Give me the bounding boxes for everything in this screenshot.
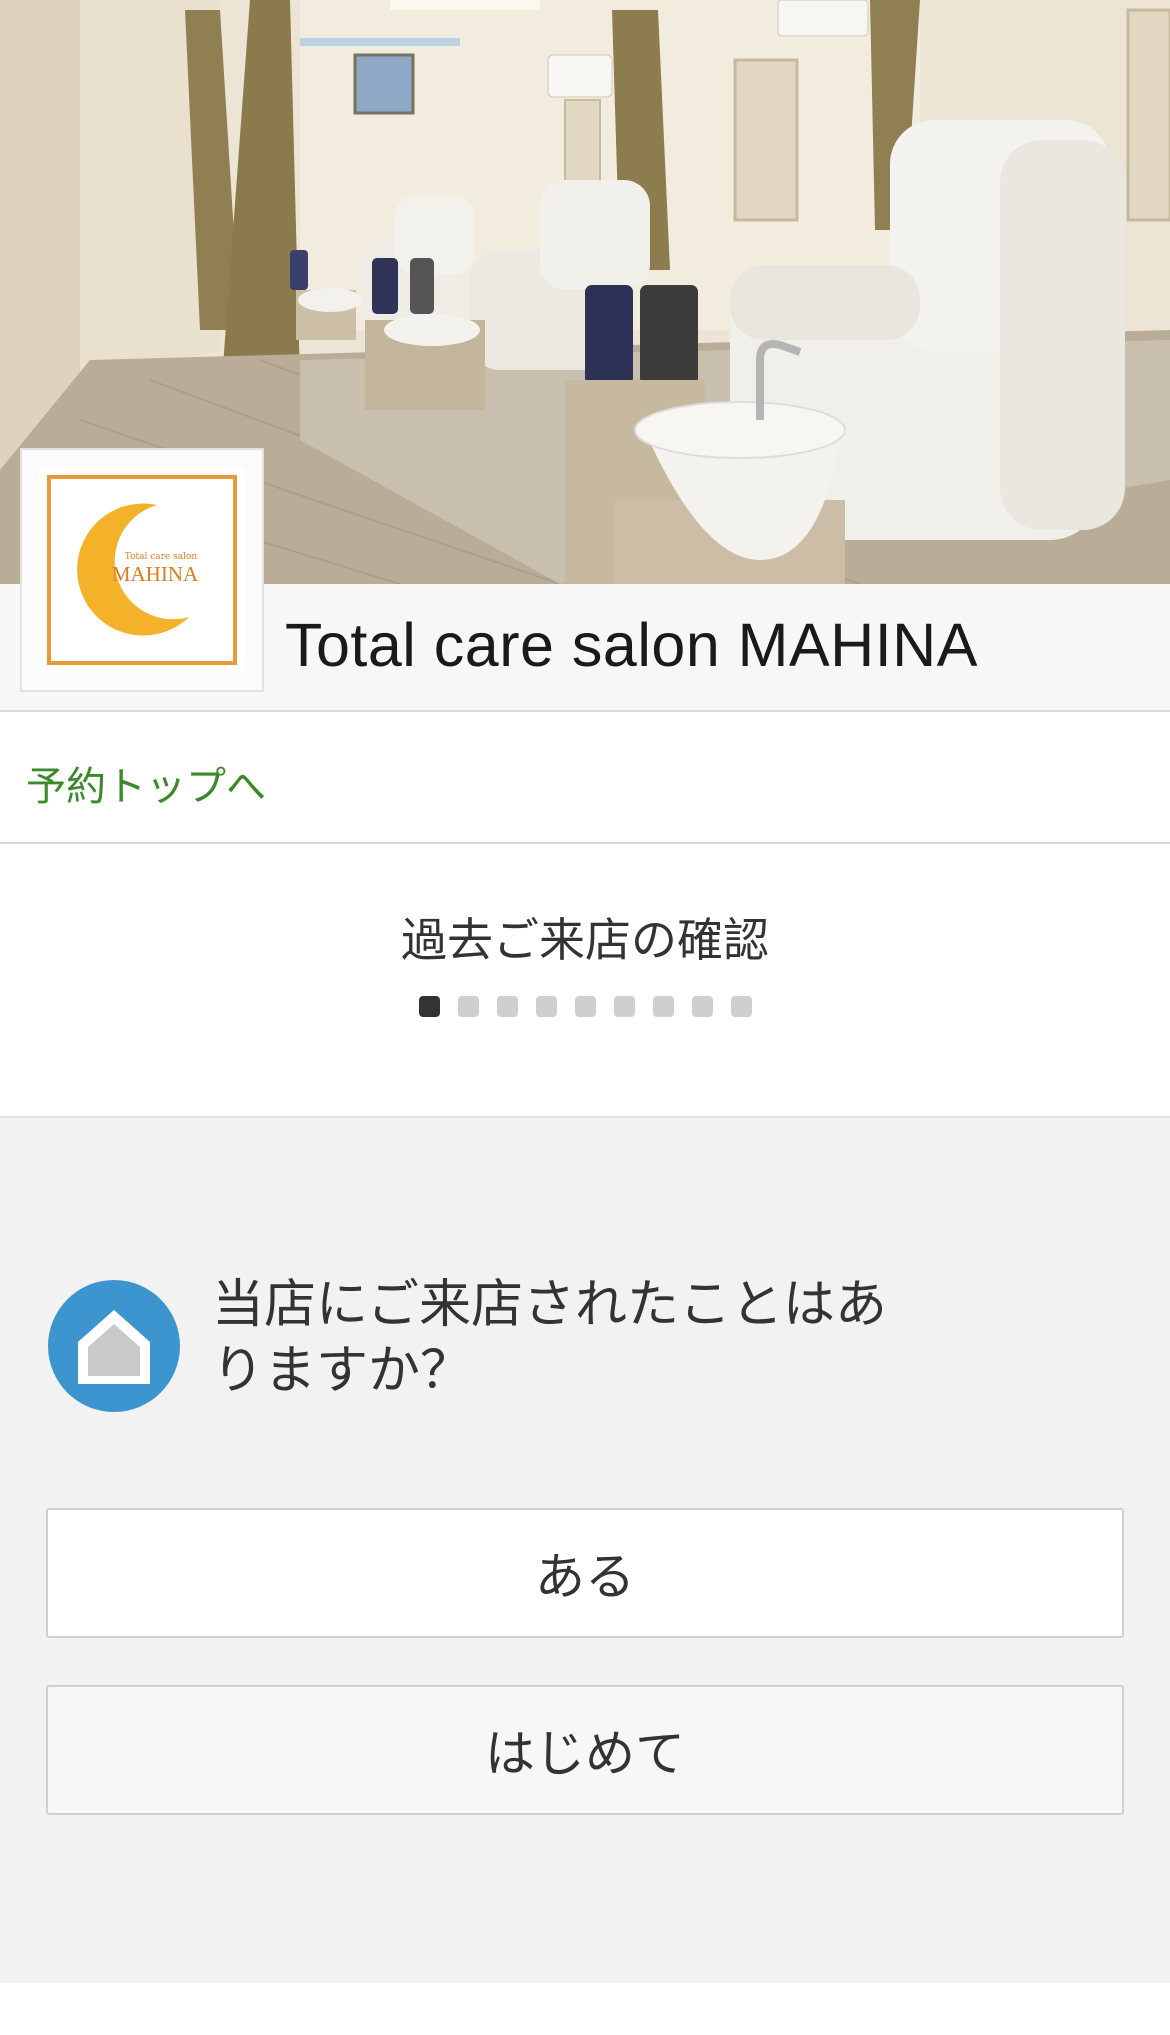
- answer-yes-button[interactable]: ある: [46, 1508, 1124, 1638]
- answer-first-time-button[interactable]: はじめて: [46, 1685, 1124, 1815]
- step-dot: [535, 996, 557, 1017]
- back-to-booking-top-link[interactable]: 予約トップへ: [26, 754, 266, 812]
- salon-logo: Total care salon MAHINA: [20, 448, 264, 692]
- booking-page: Total care salon MAHINA Total care salon…: [0, 0, 1170, 2035]
- step-dot: [457, 996, 479, 1017]
- logo-subtitle: Total care salon: [125, 552, 198, 562]
- question-text: 当店にご来店されたことはありますか？: [212, 1275, 887, 1401]
- nav-link-row: 予約トップへ: [0, 712, 1170, 844]
- step-dot: [418, 996, 440, 1017]
- step-section: 過去ご来店の確認: [0, 844, 1170, 1118]
- logo-title: MAHINA: [112, 562, 199, 586]
- home-icon: [78, 1310, 150, 1384]
- question-icon-circle: [48, 1280, 180, 1412]
- step-dot: [613, 996, 635, 1017]
- salon-name: Total care salon MAHINA: [285, 611, 978, 679]
- step-dot: [652, 996, 674, 1017]
- footer-strip: [0, 1983, 1170, 2035]
- step-progress-dots: [0, 996, 1170, 1017]
- step-dot: [730, 996, 752, 1017]
- step-dot: [574, 996, 596, 1017]
- step-dot: [691, 996, 713, 1017]
- step-title: 過去ご来店の確認: [401, 913, 769, 967]
- salon-logo-inner: Total care salon MAHINA: [39, 467, 245, 673]
- step-dot: [496, 996, 518, 1017]
